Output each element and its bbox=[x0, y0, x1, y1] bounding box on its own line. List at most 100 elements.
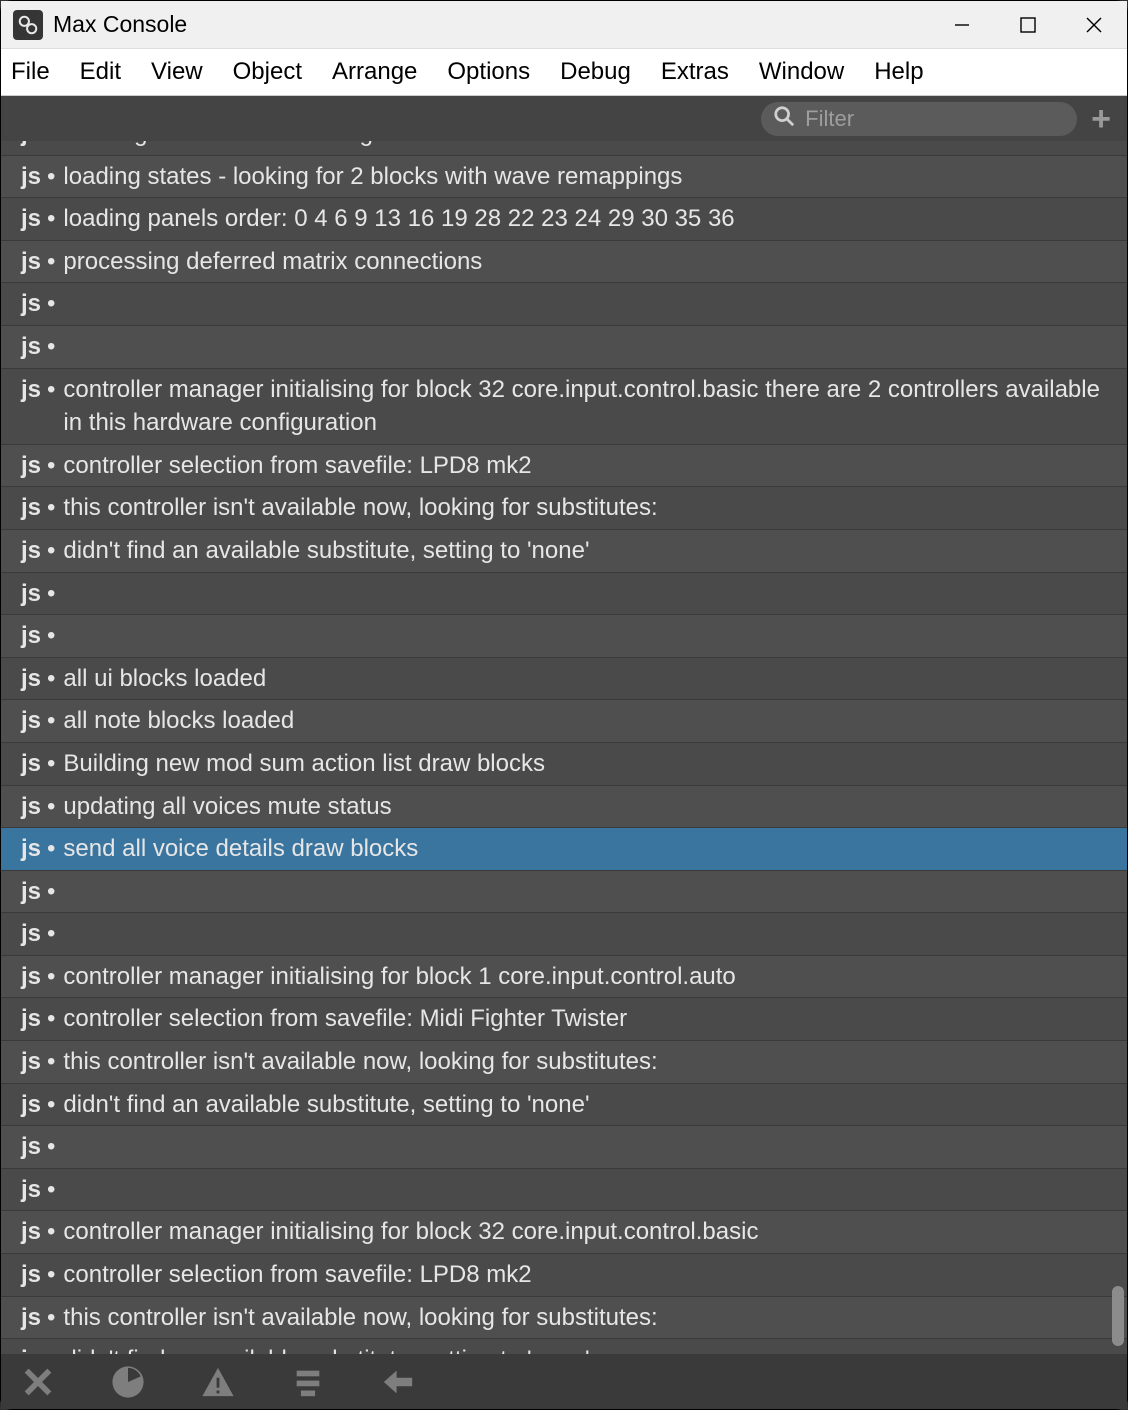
bottom-toolbar bbox=[1, 1354, 1127, 1409]
close-button[interactable] bbox=[1061, 1, 1127, 48]
row-source: js bbox=[21, 832, 41, 866]
console-row[interactable]: js• bbox=[1, 573, 1127, 616]
row-message: processing deferred matrix connections bbox=[63, 245, 1109, 279]
row-message: controller selection from savefile: LPD8… bbox=[63, 449, 1109, 483]
console-row[interactable]: js•this controller isn't available now, … bbox=[1, 1297, 1127, 1340]
row-source: js bbox=[21, 619, 41, 653]
console-row[interactable]: js• bbox=[1, 615, 1127, 658]
row-source: js bbox=[21, 141, 41, 151]
console-row[interactable]: js• bbox=[1, 871, 1127, 914]
console-row[interactable]: js•deleting all states of old song bbox=[1, 141, 1127, 156]
row-source: js bbox=[21, 160, 41, 194]
clear-button[interactable] bbox=[21, 1365, 55, 1399]
row-source: js bbox=[21, 704, 41, 738]
bullet-icon: • bbox=[47, 287, 55, 321]
row-message: send all voice details draw blocks bbox=[63, 832, 1109, 866]
console-row[interactable]: js•all ui blocks loaded bbox=[1, 658, 1127, 701]
row-source: js bbox=[21, 449, 41, 483]
row-source: js bbox=[21, 1215, 41, 1249]
row-source: js bbox=[21, 1258, 41, 1292]
console-row[interactable]: js• bbox=[1, 326, 1127, 369]
row-message: didn't find an available substitute, set… bbox=[63, 534, 1109, 568]
row-source: js bbox=[21, 373, 41, 407]
history-button[interactable] bbox=[111, 1365, 145, 1399]
filter-input[interactable] bbox=[805, 106, 1093, 132]
console-row[interactable]: js•controller selection from savefile: M… bbox=[1, 998, 1127, 1041]
console-row[interactable]: js•controller selection from savefile: L… bbox=[1, 1254, 1127, 1297]
row-source: js bbox=[21, 662, 41, 696]
menubar: File Edit View Object Arrange Options De… bbox=[1, 49, 1127, 96]
bullet-icon: • bbox=[47, 1215, 55, 1249]
console-row[interactable]: js•this controller isn't available now, … bbox=[1, 487, 1127, 530]
console-row[interactable]: js• bbox=[1, 283, 1127, 326]
menu-options[interactable]: Options bbox=[447, 58, 530, 86]
bullet-icon: • bbox=[47, 373, 55, 407]
menu-debug[interactable]: Debug bbox=[560, 58, 631, 86]
row-source: js bbox=[21, 1130, 41, 1164]
menu-view[interactable]: View bbox=[151, 58, 203, 86]
bullet-icon: • bbox=[47, 832, 55, 866]
row-source: js bbox=[21, 1173, 41, 1207]
minimize-button[interactable] bbox=[929, 1, 995, 48]
console-row[interactable]: js•controller selection from savefile: L… bbox=[1, 445, 1127, 488]
menu-help[interactable]: Help bbox=[874, 58, 923, 86]
row-source: js bbox=[21, 1088, 41, 1122]
row-source: js bbox=[21, 202, 41, 236]
bullet-icon: • bbox=[47, 1002, 55, 1036]
plus-icon: + bbox=[1091, 100, 1111, 138]
maximize-button[interactable] bbox=[995, 1, 1061, 48]
menu-file[interactable]: File bbox=[11, 58, 50, 86]
console-row[interactable]: js•controller manager initialising for b… bbox=[1, 1211, 1127, 1254]
row-source: js bbox=[21, 1343, 41, 1354]
warning-button[interactable] bbox=[201, 1365, 235, 1399]
menu-extras[interactable]: Extras bbox=[661, 58, 729, 86]
console-row[interactable]: js•send all voice details draw blocks bbox=[1, 828, 1127, 871]
console-row[interactable]: js•updating all voices mute status bbox=[1, 786, 1127, 829]
row-source: js bbox=[21, 287, 41, 321]
bullet-icon: • bbox=[47, 875, 55, 909]
console-row[interactable]: js•controller manager initialising for b… bbox=[1, 369, 1127, 445]
add-button[interactable]: + bbox=[1091, 102, 1111, 136]
console-row[interactable]: js•loading panels order: 0 4 6 9 13 16 1… bbox=[1, 198, 1127, 241]
console-row[interactable]: js•didn't find an available substitute, … bbox=[1, 1339, 1127, 1354]
console-row[interactable]: js•didn't find an available substitute, … bbox=[1, 530, 1127, 573]
row-source: js bbox=[21, 875, 41, 909]
row-source: js bbox=[21, 491, 41, 525]
bullet-icon: • bbox=[47, 1088, 55, 1122]
row-message: didn't find an available substitute, set… bbox=[63, 1088, 1109, 1122]
row-message: loading states - looking for 2 blocks wi… bbox=[63, 160, 1109, 194]
console-row[interactable]: js• bbox=[1, 1126, 1127, 1169]
console-row[interactable]: js•all note blocks loaded bbox=[1, 700, 1127, 743]
back-button[interactable] bbox=[381, 1365, 415, 1399]
row-source: js bbox=[21, 790, 41, 824]
console-row[interactable]: js•Building new mod sum action list draw… bbox=[1, 743, 1127, 786]
scrollbar-thumb[interactable] bbox=[1112, 1286, 1124, 1346]
bullet-icon: • bbox=[47, 704, 55, 738]
row-message: controller manager initialising for bloc… bbox=[63, 1215, 1109, 1249]
list-button[interactable] bbox=[291, 1365, 325, 1399]
bullet-icon: • bbox=[47, 160, 55, 194]
console-row[interactable]: js• bbox=[1, 913, 1127, 956]
bullet-icon: • bbox=[47, 577, 55, 611]
console-row[interactable]: js•controller manager initialising for b… bbox=[1, 956, 1127, 999]
window-controls bbox=[929, 1, 1127, 48]
bullet-icon: • bbox=[47, 1343, 55, 1354]
bullet-icon: • bbox=[47, 141, 55, 151]
menu-arrange[interactable]: Arrange bbox=[332, 58, 417, 86]
bullet-icon: • bbox=[47, 245, 55, 279]
row-message: this controller isn't available now, loo… bbox=[63, 1301, 1109, 1335]
menu-object[interactable]: Object bbox=[233, 58, 302, 86]
console-row[interactable]: js•processing deferred matrix connection… bbox=[1, 241, 1127, 284]
row-source: js bbox=[21, 534, 41, 568]
menu-window[interactable]: Window bbox=[759, 58, 844, 86]
console-row[interactable]: js•didn't find an available substitute, … bbox=[1, 1084, 1127, 1127]
menu-edit[interactable]: Edit bbox=[80, 58, 121, 86]
console-row[interactable]: js•this controller isn't available now, … bbox=[1, 1041, 1127, 1084]
app-icon bbox=[13, 10, 43, 40]
filter-field-wrap[interactable] bbox=[761, 102, 1077, 136]
bullet-icon: • bbox=[47, 662, 55, 696]
bullet-icon: • bbox=[47, 1258, 55, 1292]
console-row[interactable]: js• bbox=[1, 1169, 1127, 1212]
row-message: this controller isn't available now, loo… bbox=[63, 1045, 1109, 1079]
console-row[interactable]: js•loading states - looking for 2 blocks… bbox=[1, 156, 1127, 199]
